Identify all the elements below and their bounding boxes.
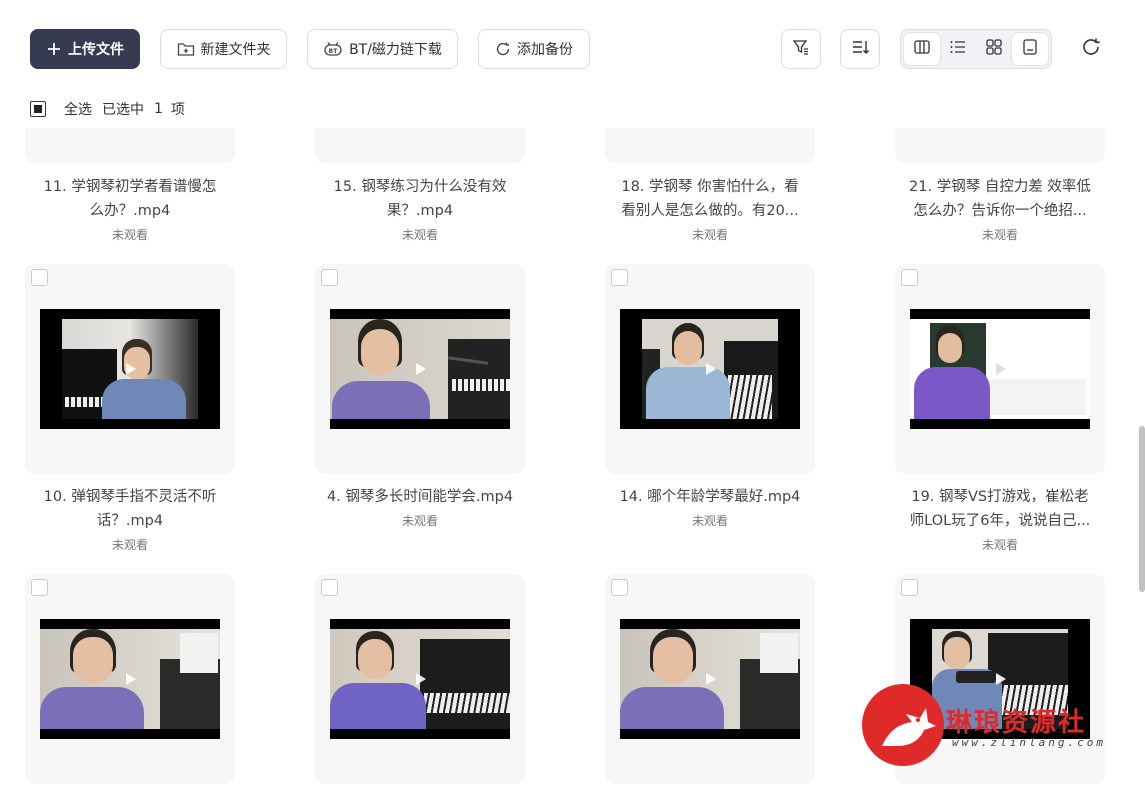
video-card[interactable] [315,264,525,474]
upload-label: 上传文件 [68,42,124,58]
file-name-line: 么办？.mp4 [89,203,171,219]
video-thumbnail[interactable] [40,619,220,739]
dragon-logo-icon [862,684,944,766]
file-name-line: 15. 钢琴练习为什么没有效 [333,179,507,195]
video-card[interactable] [895,264,1105,474]
video-caption[interactable]: 18. 学钢琴 你害怕什么，看 看别人是怎么做的。有20... 未观看 [605,175,815,245]
video-caption[interactable]: 11. 学钢琴初学者看谱慢怎 么办？.mp4 未观看 [25,175,235,245]
select-all-checkbox[interactable] [30,101,46,117]
select-all-label[interactable]: 全选 [64,99,92,119]
selected-suffix: 项 [170,102,185,118]
selection-bar: 全选 已选中 1 项 [30,98,195,120]
filter-button[interactable] [781,29,821,69]
file-name-line: 14. 哪个年龄学琴最好.mp4 [619,489,801,505]
video-thumbnail[interactable] [620,619,800,739]
sort-button[interactable] [840,29,880,69]
columns-icon [913,38,931,60]
item-checkbox[interactable] [31,579,48,596]
plus-icon [46,41,62,57]
file-name-line: 看别人是怎么做的。有20... [621,203,799,219]
video-thumbnail[interactable] [330,619,510,739]
file-name-line: 21. 学钢琴 自控力差 效率低 [909,179,1091,195]
toolbar: 上传文件 新建文件夹 BT BT/磁力链下载 添加备份 [0,0,1145,96]
bt-download-button[interactable]: BT BT/磁力链下载 [307,29,458,69]
view-preview-button[interactable] [1012,33,1048,65]
video-thumbnail[interactable] [620,309,800,429]
sync-icon [495,41,511,57]
new-folder-button[interactable]: 新建文件夹 [160,29,287,69]
video-thumbnail[interactable] [40,309,220,429]
video-card[interactable] [605,574,815,784]
refresh-icon [1080,36,1102,62]
file-name-line: 怎么办？告诉你一个绝招... [913,203,1087,219]
video-card[interactable] [895,128,1105,163]
watch-status: 未观看 [981,228,1018,242]
grid-icon [985,38,1003,60]
video-caption[interactable]: 21. 学钢琴 自控力差 效率低 怎么办？告诉你一个绝招... 未观看 [895,175,1105,245]
watch-status: 未观看 [401,514,438,528]
watermark: 琳琅资源社 www.zlinlang.com [862,684,1132,768]
selected-count: 1 [154,101,163,117]
video-card[interactable] [25,264,235,474]
video-card[interactable] [25,128,235,163]
file-name-line: 19. 钢琴VS打游戏，崔松老 [911,489,1089,505]
preview-icon [1021,38,1039,60]
watch-status: 未观看 [691,228,728,242]
refresh-button[interactable] [1076,34,1106,64]
video-caption[interactable]: 14. 哪个年龄学琴最好.mp4 未观看 [605,485,815,531]
upload-button[interactable]: 上传文件 [30,29,140,69]
view-grid-button[interactable] [976,33,1012,65]
view-list-button[interactable] [940,33,976,65]
new-folder-label: 新建文件夹 [200,42,271,58]
video-card[interactable] [605,128,815,163]
watch-status: 未观看 [401,228,438,242]
item-checkbox[interactable] [611,579,628,596]
watch-status: 未观看 [111,538,148,552]
add-backup-label: 添加备份 [517,42,573,58]
item-checkbox[interactable] [901,269,918,286]
watch-status: 未观看 [691,514,728,528]
file-name-line: 4. 钢琴多长时间能学会.mp4 [326,489,514,505]
video-caption[interactable]: 10. 弹钢琴手指不灵活不听 话？.mp4 未观看 [25,485,235,555]
item-checkbox[interactable] [611,269,628,286]
file-name-line: 师LOL玩了6年，说说自己... [909,513,1091,529]
file-name-line: 话？.mp4 [96,513,164,529]
selected-prefix: 已选中 [102,102,144,118]
filter-icon [791,37,811,61]
sort-icon [850,37,870,61]
file-name-line: 果？.mp4 [386,203,454,219]
video-thumbnail[interactable] [330,309,510,429]
watermark-text: 琳琅资源社 [946,708,1087,738]
video-card[interactable] [605,264,815,474]
folder-plus-icon [177,41,195,57]
view-mode-group [900,29,1052,69]
watch-status: 未观看 [111,228,148,242]
video-thumbnail[interactable] [910,309,1090,429]
video-caption[interactable]: 4. 钢琴多长时间能学会.mp4 未观看 [315,485,525,531]
svg-text:BT: BT [329,48,339,55]
item-checkbox[interactable] [321,579,338,596]
video-card[interactable] [315,574,525,784]
video-card[interactable] [25,574,235,784]
item-checkbox[interactable] [901,579,918,596]
view-columns-button[interactable] [904,33,940,65]
video-card[interactable] [315,128,525,163]
file-name-line: 10. 弹钢琴手指不灵活不听 [43,489,217,505]
video-caption[interactable]: 19. 钢琴VS打游戏，崔松老 师LOL玩了6年，说说自己... 未观看 [895,485,1105,555]
file-name-line: 18. 学钢琴 你害怕什么，看 [621,179,799,195]
watch-status: 未观看 [981,538,1018,552]
watermark-url: www.zlinlang.com [952,736,1106,749]
video-caption[interactable]: 15. 钢琴练习为什么没有效 果？.mp4 未观看 [315,175,525,245]
add-backup-button[interactable]: 添加备份 [478,29,590,69]
bt-download-label: BT/磁力链下载 [349,42,442,58]
bt-icon: BT [323,41,343,57]
list-icon [949,38,967,60]
item-checkbox[interactable] [31,269,48,286]
file-name-line: 11. 学钢琴初学者看谱慢怎 [43,179,217,195]
scrollbar-thumb[interactable] [1139,426,1145,592]
item-checkbox[interactable] [321,269,338,286]
